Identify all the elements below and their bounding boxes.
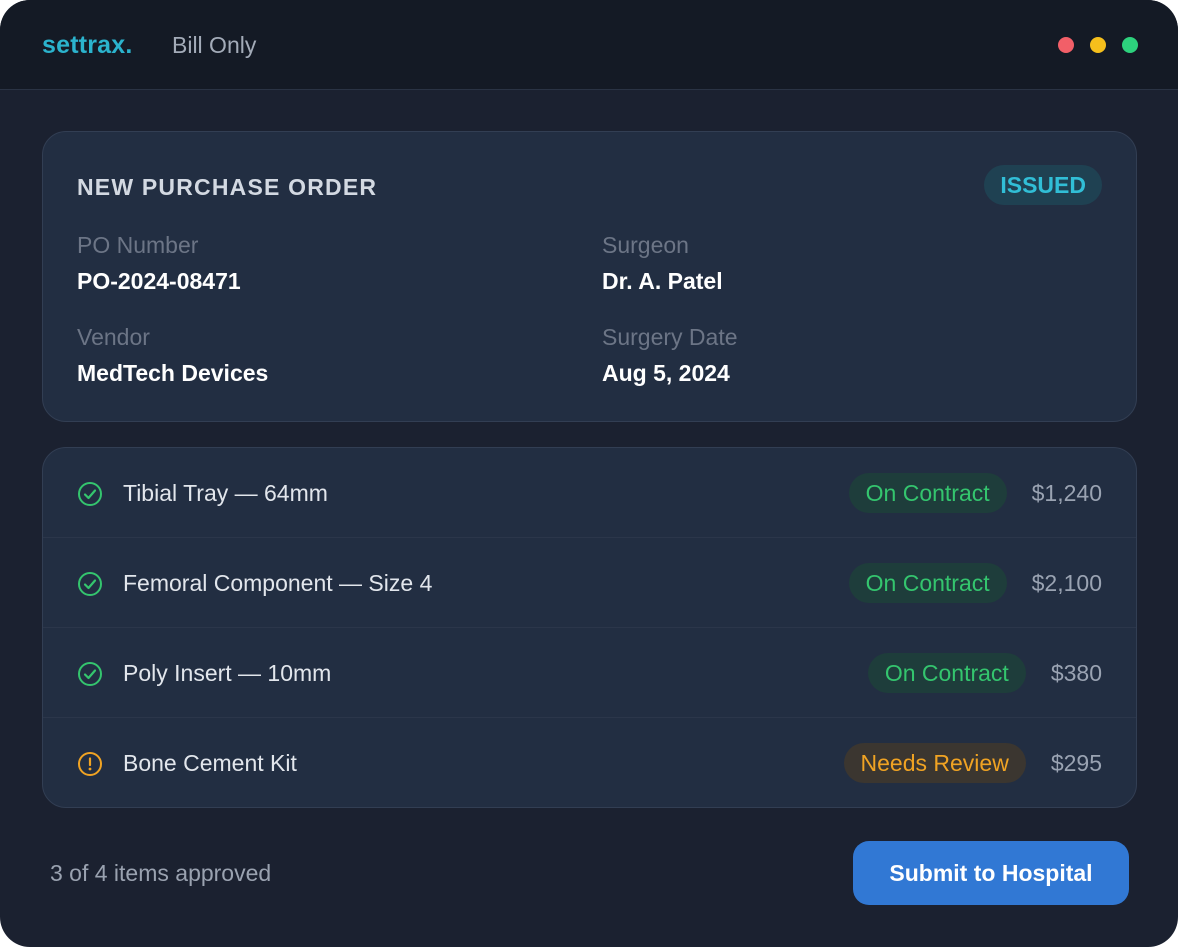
maximize-window-button[interactable]	[1122, 37, 1138, 53]
vendor-value: MedTech Devices	[77, 360, 269, 386]
item-name: Femoral Component — Size 4	[123, 570, 433, 596]
approval-summary: 3 of 4 items approved	[50, 860, 272, 886]
title-bar: settrax. Bill Only	[0, 0, 1178, 90]
app-logo: settrax.	[42, 31, 133, 59]
window-controls	[1058, 37, 1138, 53]
contract-status-badge: On Contract	[867, 653, 1026, 693]
surgery-date-value: Aug 5, 2024	[602, 360, 730, 386]
contract-status-badge: On Contract	[848, 563, 1007, 603]
alert-circle-icon	[77, 751, 103, 777]
contract-status-badge: On Contract	[848, 473, 1007, 513]
surgery-date-label: Surgery Date	[602, 324, 738, 350]
close-window-button[interactable]	[1058, 37, 1074, 53]
app-title: Bill Only	[172, 32, 257, 58]
review-status-badge: Needs Review	[843, 743, 1026, 783]
surgeon-label: Surgeon	[602, 232, 689, 258]
check-circle-icon	[77, 481, 103, 507]
line-item-row[interactable]: Bone Cement Kit Needs Review $295	[43, 718, 1136, 808]
item-price: $380	[1050, 659, 1102, 686]
vendor-label: Vendor	[77, 324, 150, 350]
item-name: Bone Cement Kit	[123, 750, 297, 776]
surgeon-value: Dr. A. Patel	[602, 268, 723, 294]
po-number-value: PO-2024-08471	[77, 268, 241, 294]
item-name: Poly Insert — 10mm	[123, 660, 332, 686]
purchase-order-card: NEW PURCHASE ORDER ISSUED PO Number PO-2…	[42, 131, 1137, 422]
app-window: settrax. Bill Only NEW PURCHASE ORDER IS…	[0, 0, 1178, 947]
submit-to-hospital-button[interactable]: Submit to Hospital	[853, 841, 1129, 905]
minimize-window-button[interactable]	[1090, 37, 1106, 53]
item-price: $295	[1050, 749, 1102, 776]
card-heading: NEW PURCHASE ORDER	[77, 174, 378, 200]
item-price: $1,240	[1031, 479, 1102, 506]
check-circle-icon	[77, 661, 103, 687]
check-circle-icon	[77, 571, 103, 597]
line-item-row[interactable]: Tibial Tray — 64mm On Contract $1,240	[43, 448, 1136, 538]
item-name: Tibial Tray — 64mm	[123, 480, 328, 506]
po-number-label: PO Number	[77, 232, 199, 258]
line-item-row[interactable]: Poly Insert — 10mm On Contract $380	[43, 628, 1136, 718]
line-items-list: Tibial Tray — 64mm On Contract $1,240 Fe…	[42, 447, 1137, 808]
line-item-row[interactable]: Femoral Component — Size 4 On Contract $…	[43, 538, 1136, 628]
status-badge: ISSUED	[984, 165, 1102, 205]
item-price: $2,100	[1031, 569, 1102, 596]
